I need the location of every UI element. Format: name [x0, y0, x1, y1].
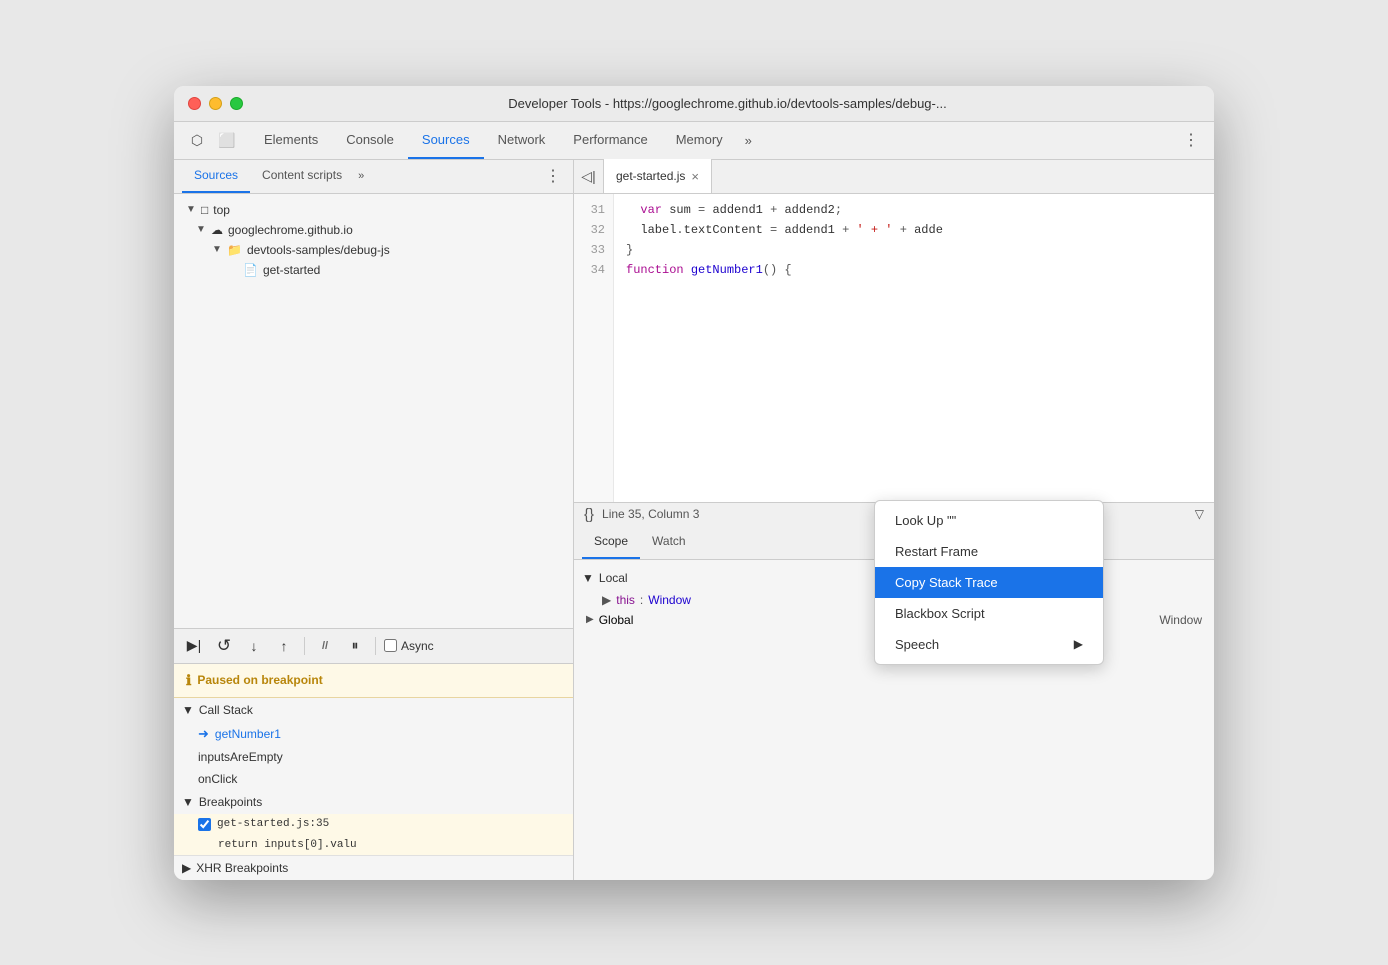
- info-icon: ℹ: [186, 672, 191, 689]
- scope-tab-watch[interactable]: Watch: [640, 525, 698, 559]
- main-tab-bar: ⬡ ⬜ Elements Console Sources Network Per…: [174, 122, 1214, 160]
- code-line-32: label.textContent = addend1 + ' + ' + ad…: [626, 220, 1202, 240]
- tab-console[interactable]: Console: [332, 121, 408, 159]
- global-arrow: ▶: [586, 614, 594, 625]
- pretty-print-button[interactable]: {}: [584, 506, 594, 523]
- cursor-position: Line 35, Column 3: [602, 507, 699, 521]
- call-stack-item-1[interactable]: inputsAreEmpty: [174, 746, 573, 768]
- folder-icon: 📁: [227, 243, 242, 257]
- step-into-button[interactable]: ↓: [242, 634, 266, 658]
- sub-tab-content-scripts[interactable]: Content scripts: [250, 159, 354, 193]
- left-panel: Sources Content scripts » ⋮ ▼ □ top ▼ ☁: [174, 160, 574, 880]
- code-editor[interactable]: 31 32 33 34 var sum = addend1 + addend2;…: [574, 194, 1214, 502]
- file-tree: ▼ □ top ▼ ☁ googlechrome.github.io ▼ 📁 d…: [174, 194, 573, 628]
- tree-item-top[interactable]: ▼ □ top: [174, 200, 573, 220]
- sub-tab-sources[interactable]: Sources: [182, 159, 250, 193]
- active-frame-arrow: ➜: [198, 726, 209, 742]
- ctx-restart-frame[interactable]: Restart Frame: [875, 536, 1103, 567]
- tree-item-file[interactable]: 📄 get-started: [174, 260, 573, 280]
- cloud-icon: ☁: [211, 223, 223, 237]
- editor-tab-bar: ◁| get-started.js ×: [574, 160, 1214, 194]
- tab-bar-icons: ⬡ ⬜: [184, 127, 240, 153]
- tab-memory[interactable]: Memory: [662, 121, 737, 159]
- code-line-34: function getNumber1() {: [626, 260, 1202, 280]
- cursor-icon[interactable]: ⬡: [184, 127, 210, 153]
- debug-toolbar: ▶| ↺ ↓ ↑ // ⏸ Async: [174, 628, 573, 664]
- line-num-34: 34: [574, 260, 613, 280]
- status-right-icon: ▽: [1195, 507, 1204, 521]
- tree-item-folder[interactable]: ▼ 📁 devtools-samples/debug-js: [174, 240, 573, 260]
- frame-icon: □: [201, 203, 208, 217]
- line-num-31: 31: [574, 200, 613, 220]
- call-stack-header[interactable]: ▼ Call Stack: [174, 698, 573, 722]
- line-numbers: 31 32 33 34: [574, 194, 614, 502]
- code-line-33: }: [626, 240, 1202, 260]
- ctx-copy-stack-trace[interactable]: Copy Stack Trace: [875, 567, 1103, 598]
- pause-button[interactable]: ⏸: [343, 634, 367, 658]
- deactivate-breakpoints-button[interactable]: //: [313, 634, 337, 658]
- editor-tab-close[interactable]: ×: [691, 169, 699, 184]
- sub-tab-kebab[interactable]: ⋮: [541, 166, 565, 186]
- async-checkbox-label: Async: [384, 639, 434, 653]
- devtools-window: Developer Tools - https://googlechrome.g…: [174, 86, 1214, 880]
- ctx-speech[interactable]: Speech ▶: [875, 629, 1103, 660]
- breakpoints-arrow: ▼: [182, 795, 194, 809]
- tab-more-button[interactable]: »: [737, 125, 760, 156]
- file-icon: 📄: [243, 263, 258, 277]
- toolbar-separator-2: [375, 637, 376, 655]
- device-icon[interactable]: ⬜: [214, 127, 240, 153]
- maximize-button[interactable]: [230, 97, 243, 110]
- async-checkbox[interactable]: [384, 639, 397, 652]
- tab-elements[interactable]: Elements: [250, 121, 332, 159]
- sources-sub-tab-bar: Sources Content scripts » ⋮: [174, 160, 573, 194]
- tab-menu-icon[interactable]: ⋮: [1178, 127, 1204, 153]
- close-button[interactable]: [188, 97, 201, 110]
- panels-wrapper: ◁| get-started.js × 31 32 33 34: [574, 160, 1214, 880]
- line-num-32: 32: [574, 220, 613, 240]
- scope-tab-scope[interactable]: Scope: [582, 525, 640, 559]
- breakpoints-header[interactable]: ▼ Breakpoints: [174, 790, 573, 814]
- local-arrow: ▼: [582, 571, 594, 585]
- traffic-lights: [188, 97, 243, 110]
- toolbar-separator: [304, 637, 305, 655]
- step-out-button[interactable]: ↑: [272, 634, 296, 658]
- xhr-breakpoints-header[interactable]: ▶ XHR Breakpoints: [174, 855, 573, 880]
- minimize-button[interactable]: [209, 97, 222, 110]
- main-area: Sources Content scripts » ⋮ ▼ □ top ▼ ☁: [174, 160, 1214, 880]
- this-arrow: ▶: [602, 593, 611, 607]
- tree-item-domain[interactable]: ▼ ☁ googlechrome.github.io: [174, 220, 573, 240]
- call-stack-item-0[interactable]: ➜ getNumber1: [174, 722, 573, 746]
- tree-arrow: ▼: [186, 204, 196, 215]
- tab-sources[interactable]: Sources: [408, 121, 484, 159]
- title-bar: Developer Tools - https://googlechrome.g…: [174, 86, 1214, 122]
- ctx-blackbox-script[interactable]: Blackbox Script: [875, 598, 1103, 629]
- tree-arrow: ▼: [196, 224, 206, 235]
- breakpoint-checkbox[interactable]: [198, 818, 211, 831]
- call-stack-arrow: ▼: [182, 703, 194, 717]
- collapse-navigator-button[interactable]: ◁|: [574, 159, 604, 193]
- step-over-button[interactable]: ↺: [212, 634, 236, 658]
- tab-performance[interactable]: Performance: [559, 121, 661, 159]
- call-stack-item-2[interactable]: onClick: [174, 768, 573, 790]
- speech-submenu-arrow: ▶: [1074, 637, 1083, 651]
- xhr-arrow: ▶: [182, 861, 191, 875]
- window-title: Developer Tools - https://googlechrome.g…: [255, 96, 1200, 111]
- line-num-33: 33: [574, 240, 613, 260]
- code-lines: var sum = addend1 + addend2; label.textC…: [614, 194, 1214, 502]
- ctx-look-up[interactable]: Look Up "": [875, 505, 1103, 536]
- tab-network[interactable]: Network: [484, 121, 560, 159]
- resume-button[interactable]: ▶|: [182, 634, 206, 658]
- tree-arrow: ▼: [212, 244, 222, 255]
- context-menu: Look Up "" Restart Frame Copy Stack Trac…: [874, 500, 1104, 665]
- breakpoint-item-0[interactable]: get-started.js:35: [174, 814, 573, 835]
- editor-tab-file[interactable]: get-started.js ×: [604, 159, 712, 193]
- breakpoint-code-item: return inputs[0].valu: [174, 835, 573, 855]
- code-line-31: var sum = addend1 + addend2;: [626, 200, 1202, 220]
- breakpoint-banner: ℹ Paused on breakpoint: [174, 664, 573, 698]
- sub-tab-more[interactable]: »: [354, 164, 368, 188]
